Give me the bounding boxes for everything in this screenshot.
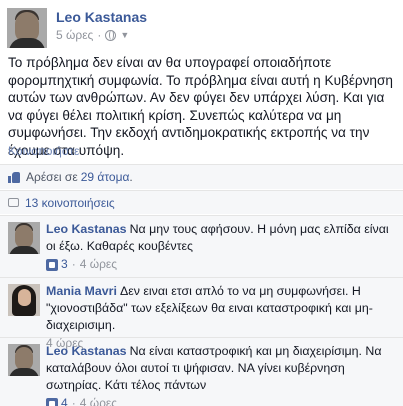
post-author-name[interactable]: Leo Kastanas: [56, 9, 147, 27]
author-avatar[interactable]: [7, 8, 47, 48]
comment-bubble-icon: [8, 198, 19, 207]
like-count-icon: [46, 397, 58, 406]
share-link[interactable]: Κοινοποιήστε: [8, 144, 79, 158]
separator-dot: ·: [71, 257, 76, 271]
globe-icon[interactable]: [105, 29, 117, 41]
post-meta: 5 ώρες · ▼: [56, 28, 147, 42]
comment-item: Leo Kastanas Να μην τους αφήσουν. Η μόνη …: [0, 215, 403, 277]
commenter-name[interactable]: Leo Kastanas: [46, 344, 127, 358]
facebook-post-card: Leo Kastanas 5 ώρες · ▼ Το πρόβλημα δεν …: [0, 0, 403, 406]
comment-body: Leo Kastanas Να είναι καταστροφική και μη…: [46, 343, 398, 406]
comment-footer: 4 · 4 ώρες: [46, 395, 398, 406]
like-count-icon: [46, 258, 58, 271]
commenter-avatar[interactable]: [8, 284, 40, 316]
commenter-avatar[interactable]: [8, 344, 40, 376]
commenter-name[interactable]: Mania Mavri: [46, 284, 117, 298]
likes-suffix: .: [129, 170, 133, 184]
post-header-text: Leo Kastanas 5 ώρες · ▼: [56, 8, 147, 48]
comment-timestamp[interactable]: 4 ώρες: [80, 256, 117, 273]
likes-prefix: Αρέσει σε: [26, 170, 78, 184]
commenter-avatar[interactable]: [8, 222, 40, 254]
comment-timestamp[interactable]: 4 ώρες: [80, 395, 117, 406]
comment-body: Leo Kastanas Να μην τους αφήσουν. Η μόνη …: [46, 221, 398, 273]
likes-bar: Αρέσει σε 29 άτομα .: [0, 164, 403, 189]
shares-count-bar[interactable]: 13 κοινοποιήσεις: [0, 190, 403, 214]
separator-dot: ·: [71, 396, 76, 406]
thumbs-up-icon: [8, 171, 21, 183]
post-timestamp[interactable]: 5 ώρες: [56, 28, 93, 42]
comment-footer: 3 · 4 ώρες: [46, 256, 398, 273]
comment-like-count[interactable]: 3: [61, 256, 68, 273]
post-header: Leo Kastanas 5 ώρες · ▼: [7, 8, 147, 48]
comment-item: Leo Kastanas Να είναι καταστροφική και μη…: [0, 337, 403, 406]
shares-count-label[interactable]: 13 κοινοποιήσεις: [25, 196, 115, 210]
comment-item: Mania Mavri Δεν ειναι ετσι απλό το να μη …: [0, 277, 403, 350]
separator-dot: ·: [97, 28, 102, 42]
comments-list: Leo Kastanas Να μην τους αφήσουν. Η μόνη …: [0, 215, 403, 406]
chevron-down-icon[interactable]: ▼: [120, 30, 129, 40]
comment-like-count[interactable]: 4: [61, 395, 68, 406]
commenter-name[interactable]: Leo Kastanas: [46, 222, 127, 236]
likes-people-link[interactable]: 29 άτομα: [81, 170, 130, 184]
